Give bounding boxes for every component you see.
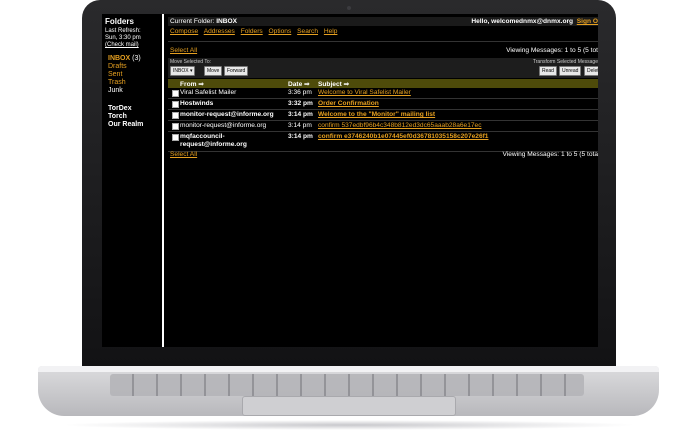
move-button[interactable]: Move [204,66,223,76]
col-from[interactable]: From ⇒ [180,80,204,88]
divider [168,41,598,42]
message-pane: Current Folder: INBOX Hello, welcomednmx… [168,14,598,347]
row-checkbox[interactable] [172,90,179,97]
current-folder: Current Folder: INBOX [170,18,238,25]
folders-title: Folders [105,17,134,26]
webcam [347,6,351,10]
table-row[interactable]: monitor-request@informe.org 3:14 pm conf… [168,121,598,132]
menu-options[interactable]: Options [269,28,292,35]
row-checkbox[interactable] [172,101,179,108]
folder-list: INBOX (3) Drafts Sent Trash Junk [108,55,141,95]
move-label: Move Selected To: [170,59,212,65]
forward-button[interactable]: Forward [224,66,249,76]
viewing-count: Viewing Messages: 1 to 5 (5 tot [506,47,598,54]
folder-sent[interactable]: Sent [108,71,141,79]
table-row[interactable]: Viral Safelist Mailer 3:36 pm Welcome to… [168,88,598,99]
folder-junk[interactable]: Junk [108,87,141,95]
unread-button[interactable]: Unread [559,66,582,76]
laptop-base [38,366,659,416]
plugin-links: TorDex Torch Our Realm [108,105,143,129]
folder-drafts[interactable]: Drafts [108,63,141,71]
row-checkbox[interactable] [172,134,179,141]
selection-bar-top: Select All Viewing Messages: 1 to 5 (5 t… [168,46,598,55]
menu-search[interactable]: Search [297,28,318,35]
message-table: From ⇒ Date ⇒ Subject ⇒ Viral Safelist M… [168,79,598,152]
viewing-count: Viewing Messages: 1 to 5 (5 tota [502,151,598,158]
table-row[interactable]: mqfaccouncil-request@informe.org 3:14 pm… [168,132,598,152]
selection-bar-bottom: Select All Viewing Messages: 1 to 5 (5 t… [168,150,598,159]
plugin-tordex[interactable]: TorDex [108,105,143,113]
folder-trash[interactable]: Trash [108,79,141,87]
keyboard [110,374,584,396]
trackpad [242,396,456,416]
main-menu: Compose Addresses Folders Options Search… [170,28,341,35]
menu-addresses[interactable]: Addresses [204,28,235,35]
check-mail-link[interactable]: (Check mail) [105,42,141,49]
table-header: From ⇒ Date ⇒ Subject ⇒ [168,79,598,88]
greeting: Hello, welcomednmx@dnmx.org Sign O [471,18,598,25]
row-checkbox[interactable] [172,112,179,119]
sign-out-link[interactable]: Sign O [577,18,598,25]
read-button[interactable]: Read [539,66,557,76]
message-controls: Move Selected To: Transform Selected Mes… [168,58,598,78]
row-checkbox[interactable] [172,123,179,130]
screen: Folders Last Refresh: Sun, 3:30 pm (Chec… [102,14,598,347]
chevron-down-icon: ▾ [189,68,193,74]
menu-compose[interactable]: Compose [170,28,198,35]
select-all-link[interactable]: Select All [170,47,197,54]
col-subject[interactable]: Subject ⇒ [318,80,349,88]
select-all-link[interactable]: Select All [170,151,197,158]
last-refresh: Last Refresh: Sun, 3:30 pm (Check mail) [105,28,141,49]
table-row[interactable]: Hostwinds 3:32 pm Order Confirmation [168,99,598,110]
table-row[interactable]: monitor-request@informe.org 3:14 pm Welc… [168,110,598,121]
transform-label: Transform Selected Message [532,59,598,65]
pane-divider [162,14,164,347]
plugin-our-realm[interactable]: Our Realm [108,121,143,129]
delete-button[interactable]: Delet [584,66,598,76]
col-date[interactable]: Date ⇒ [288,80,310,88]
plugin-torch[interactable]: Torch [108,113,143,121]
folder-pane: Folders Last Refresh: Sun, 3:30 pm (Chec… [102,14,162,347]
menu-folders[interactable]: Folders [241,28,263,35]
top-bar: Current Folder: INBOX Hello, welcomednmx… [168,17,598,26]
move-target-select[interactable]: INBOX ▾ [170,66,196,76]
menu-help[interactable]: Help [324,28,338,35]
folder-inbox[interactable]: INBOX (3) [108,55,141,63]
